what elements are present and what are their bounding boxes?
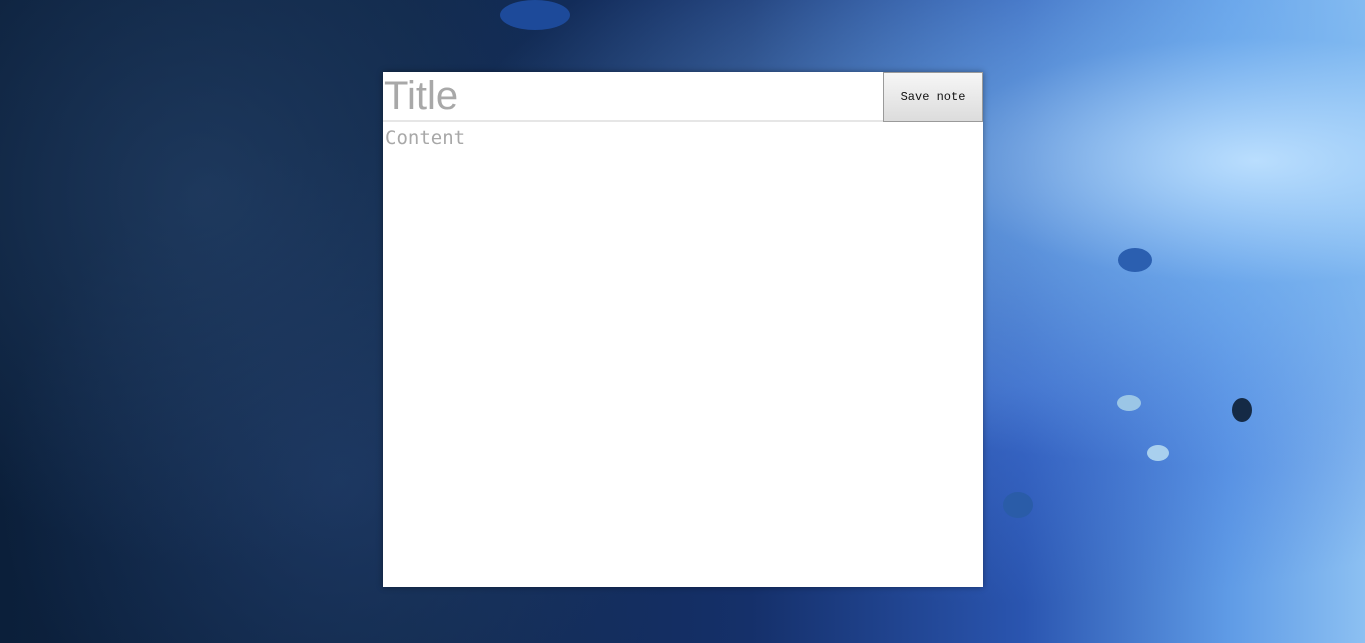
note-editor: Title Save note Content [383,72,983,587]
background-fish [1147,445,1169,461]
content-textarea[interactable] [383,122,983,587]
save-note-button[interactable]: Save note [883,72,983,122]
background-fish [1232,398,1252,422]
background-fish [1118,248,1152,272]
background-fish [500,0,570,30]
background-fish [1003,492,1033,518]
background-fish [1117,395,1141,411]
title-input[interactable] [383,72,884,122]
